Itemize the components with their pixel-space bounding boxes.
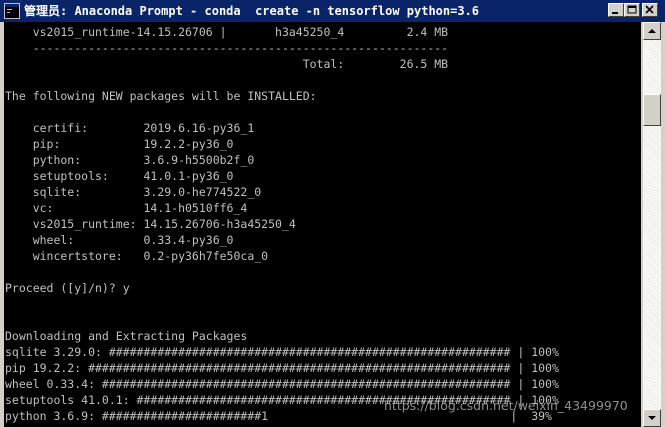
console-line: setuptools: 41.0.1-py36_0 <box>5 169 234 183</box>
console-window: 管理员: Anaconda Prompt - conda create -n t… <box>0 0 665 427</box>
close-icon <box>645 5 654 14</box>
watermark: https://blog.csdn.net/weixin_43499970 <box>384 398 628 413</box>
console-line: wheel 0.33.4: ##########################… <box>5 377 559 391</box>
window-title: 管理员: Anaconda Prompt - conda create -n t… <box>24 4 480 18</box>
console-line: ----------------------------------------… <box>5 41 449 55</box>
console-line: The following NEW packages will be INSTA… <box>5 89 317 103</box>
console-line: sqlite 3.29.0: #########################… <box>5 345 559 359</box>
console-output[interactable]: vs2015_runtime-14.15.26706 | h3a45250_4 … <box>4 22 641 427</box>
vertical-scrollbar[interactable] <box>643 22 661 427</box>
console-line: vs2015_runtime-14.15.26706 | h3a45250_4 … <box>5 25 449 39</box>
title-bar[interactable]: 管理员: Anaconda Prompt - conda create -n t… <box>0 0 665 22</box>
console-line: vs2015_runtime: 14.15.26706-h3a45250_4 <box>5 217 296 231</box>
arrow-up-icon <box>648 29 656 33</box>
maximize-button[interactable] <box>624 3 640 17</box>
minimize-button[interactable] <box>608 3 624 17</box>
maximize-icon <box>627 5 637 14</box>
console-line: pip 19.2.2: ############################… <box>5 361 559 375</box>
console-line: pip: 19.2.2-py36_0 <box>5 137 234 151</box>
console-line: Total: 26.5 MB <box>5 57 449 71</box>
scroll-down-button[interactable] <box>643 409 661 427</box>
console-app-icon[interactable] <box>4 3 20 19</box>
console-line: certifi: 2019.6.16-py36_1 <box>5 121 255 135</box>
close-button[interactable] <box>642 3 658 17</box>
console-line: vc: 14.1-h0510ff6_4 <box>5 201 248 215</box>
console-line: wheel: 0.33.4-py36_0 <box>5 233 234 247</box>
window-border <box>661 22 665 427</box>
console-line: sqlite: 3.29.0-he774522_0 <box>5 185 262 199</box>
minimize-icon <box>612 12 618 14</box>
arrow-down-icon <box>648 416 656 420</box>
scrollbar-thumb[interactable] <box>643 94 661 126</box>
console-line: wincertstore: 0.2-py36h7fe50ca_0 <box>5 249 269 263</box>
console-line: python: 3.6.9-h5500b2f_0 <box>5 153 255 167</box>
scroll-up-button[interactable] <box>643 22 661 40</box>
console-line: Proceed ([y]/n)? y <box>5 281 130 295</box>
console-line: Downloading and Extracting Packages <box>5 329 248 343</box>
